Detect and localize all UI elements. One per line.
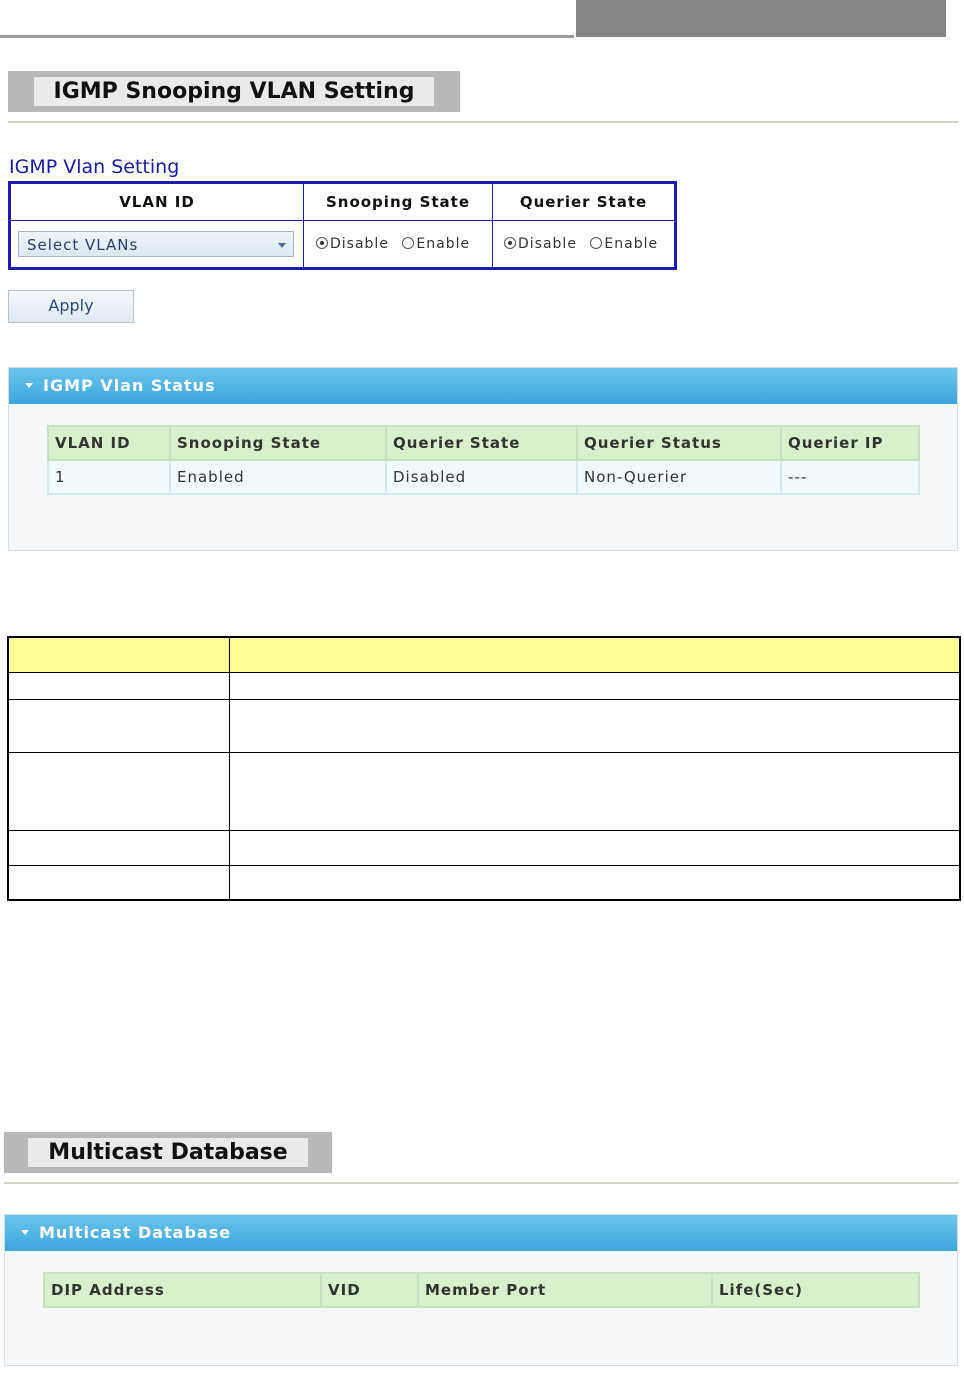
description-cell bbox=[7, 698, 230, 753]
multicast-table: DIP Address VID Member Port Life(Sec) bbox=[43, 1272, 920, 1308]
description-cell bbox=[229, 829, 961, 866]
description-header-row bbox=[7, 636, 961, 673]
top-divider-line bbox=[0, 35, 574, 38]
col-dip-address: DIP Address bbox=[43, 1272, 322, 1308]
igmp-vlan-status-panel: IGMP Vlan Status VLAN ID Snooping State … bbox=[8, 367, 958, 551]
apply-button[interactable]: Apply bbox=[8, 290, 134, 323]
description-cell bbox=[7, 864, 230, 901]
multicast-title-box: Multicast Database bbox=[4, 1132, 332, 1173]
panel-title: IGMP Vlan Status bbox=[43, 376, 216, 395]
description-cell bbox=[229, 671, 961, 700]
cell-querier-ip: --- bbox=[780, 459, 920, 495]
section-label: IGMP Vlan Setting bbox=[9, 156, 180, 178]
col-vlan-id: VLAN ID bbox=[47, 425, 171, 461]
cell-vlan-id: 1 bbox=[47, 459, 171, 495]
col-snooping-state: Snooping State bbox=[303, 182, 493, 221]
querier-disable-label: Disable bbox=[518, 236, 577, 252]
radio-unselected-icon bbox=[402, 237, 415, 249]
vlan-select-value: Select VLANs bbox=[27, 236, 139, 254]
description-row bbox=[7, 751, 961, 831]
col-snooping-state: Snooping State bbox=[169, 425, 387, 461]
description-cell bbox=[7, 671, 230, 700]
multicast-page-title: Multicast Database bbox=[28, 1138, 308, 1167]
panel-header[interactable]: IGMP Vlan Status bbox=[9, 368, 957, 404]
page-title-box: IGMP Snooping VLAN Setting bbox=[8, 71, 460, 112]
col-member-port: Member Port bbox=[417, 1272, 713, 1308]
title-rule bbox=[8, 121, 958, 123]
querier-disable-radio[interactable]: Disable bbox=[504, 236, 577, 252]
table-row: 1 Enabled Disabled Non-Querier --- bbox=[47, 459, 920, 495]
description-row bbox=[7, 671, 961, 700]
cell-querier-state: Disabled bbox=[385, 459, 578, 495]
col-life-sec: Life(Sec) bbox=[711, 1272, 920, 1308]
description-cell bbox=[7, 829, 230, 866]
vlan-select[interactable]: Select VLANs bbox=[18, 231, 294, 257]
radio-unselected-icon bbox=[590, 237, 603, 249]
top-header-bar bbox=[576, 0, 946, 37]
collapse-triangle-icon bbox=[21, 1230, 29, 1235]
snooping-state-cell: Disable Enable bbox=[303, 220, 493, 269]
col-querier-status: Querier Status bbox=[576, 425, 782, 461]
radio-selected-icon bbox=[316, 237, 328, 249]
collapse-triangle-icon bbox=[25, 383, 33, 388]
col-vid: VID bbox=[320, 1272, 419, 1308]
querier-enable-label: Enable bbox=[604, 236, 659, 252]
title-rule bbox=[4, 1182, 958, 1184]
col-vlan-id: VLAN ID bbox=[9, 182, 304, 221]
description-cell bbox=[229, 864, 961, 901]
description-row bbox=[7, 698, 961, 753]
description-cell bbox=[7, 636, 230, 673]
snooping-enable-label: Enable bbox=[416, 236, 471, 252]
col-querier-state: Querier State bbox=[492, 182, 676, 221]
cell-snooping-state: Enabled bbox=[169, 459, 387, 495]
col-querier-ip: Querier IP bbox=[780, 425, 920, 461]
chevron-down-icon bbox=[278, 243, 286, 248]
description-table bbox=[7, 636, 961, 901]
snooping-disable-label: Disable bbox=[330, 236, 389, 252]
description-row bbox=[7, 864, 961, 901]
vlan-select-cell: Select VLANs bbox=[9, 220, 304, 269]
description-cell bbox=[229, 636, 961, 673]
description-cell bbox=[229, 751, 961, 831]
querier-enable-radio[interactable]: Enable bbox=[590, 236, 658, 252]
radio-selected-icon bbox=[504, 237, 516, 249]
table-header-row: VLAN ID Snooping State Querier State Que… bbox=[47, 425, 920, 461]
table-header-row: DIP Address VID Member Port Life(Sec) bbox=[43, 1272, 920, 1308]
description-cell bbox=[229, 698, 961, 753]
description-cell bbox=[7, 751, 230, 831]
snooping-disable-radio[interactable]: Disable bbox=[316, 236, 389, 252]
col-querier-state: Querier State bbox=[385, 425, 578, 461]
description-row bbox=[7, 829, 961, 866]
querier-state-cell: Disable Enable bbox=[492, 220, 676, 269]
vlan-status-table: VLAN ID Snooping State Querier State Que… bbox=[47, 425, 920, 495]
vlan-setting-table: VLAN ID Snooping State Querier State Sel… bbox=[8, 181, 677, 270]
page-title: IGMP Snooping VLAN Setting bbox=[34, 77, 434, 106]
snooping-enable-radio[interactable]: Enable bbox=[402, 236, 470, 252]
panel-header[interactable]: Multicast Database bbox=[5, 1215, 957, 1251]
panel-title: Multicast Database bbox=[39, 1223, 232, 1242]
multicast-database-panel: Multicast Database DIP Address VID Membe… bbox=[4, 1214, 958, 1366]
cell-querier-status: Non-Querier bbox=[576, 459, 782, 495]
